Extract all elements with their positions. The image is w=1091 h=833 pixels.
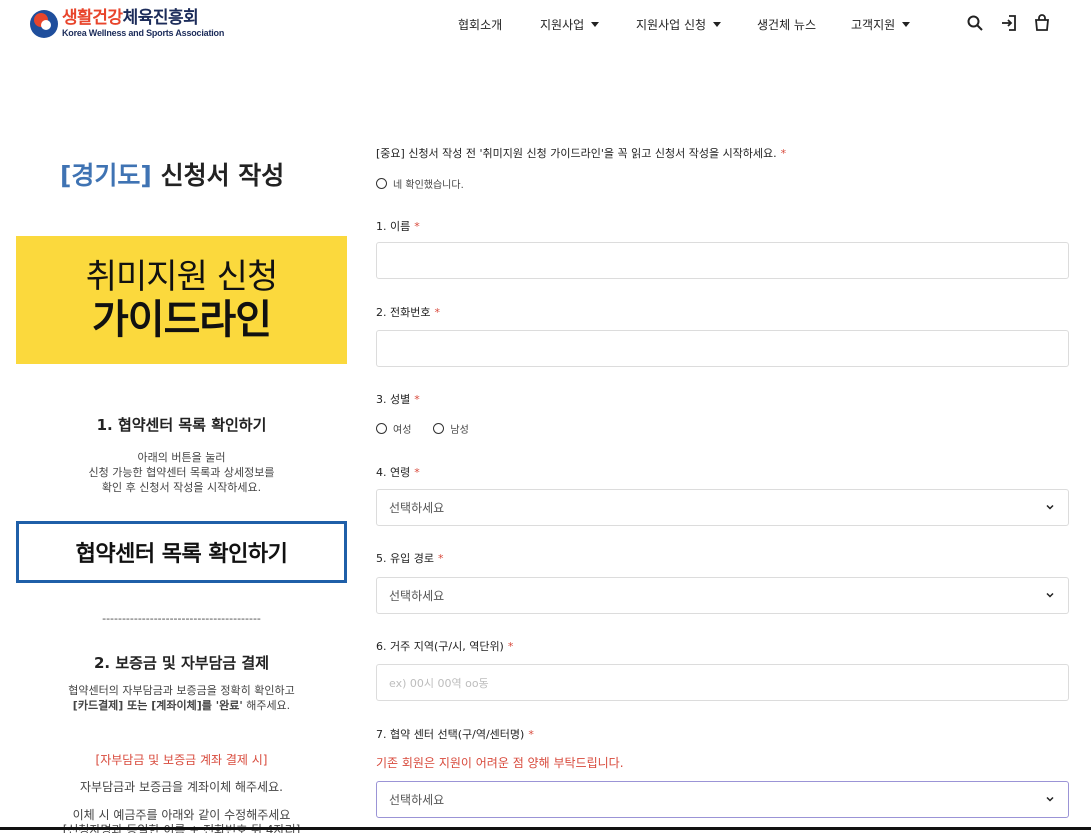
center-label: 7. 협약 센터 선택(구/역/센터명) *: [376, 728, 534, 741]
center-warning: 기존 회원은 지원이 어려운 점 양해 부탁드립니다.: [376, 756, 624, 770]
chevron-down-icon: [1046, 504, 1054, 510]
section1-desc-2: 신청 가능한 협약센터 목록과 상세정보를: [88, 466, 275, 479]
referral-select[interactable]: 선택하세요: [376, 577, 1069, 614]
section2-desc-2: [카드결제] 또는 [계좌이체]를 '완료' 해주세요.: [72, 699, 291, 712]
notice-label: [중요] 신청서 작성 전 '취미지원 신청 가이드라인'을 꼭 읽고 신청서 …: [376, 147, 787, 160]
nav-program-apply[interactable]: 지원사업 신청: [636, 16, 722, 33]
center-select[interactable]: 선택하세요: [376, 781, 1069, 818]
chevron-down-icon: [591, 22, 600, 27]
name-label: 1. 이름 *: [376, 220, 420, 233]
chevron-down-icon: [713, 22, 722, 27]
bottom-divider: [0, 827, 1091, 830]
chevron-down-icon: [1046, 592, 1054, 598]
guideline-banner[interactable]: 취미지원 신청 가이드라인: [16, 236, 347, 364]
age-label: 4. 연령 *: [376, 466, 420, 479]
gender-option-female[interactable]: 여성: [376, 421, 411, 436]
section1-desc-1: 아래의 버튼을 눌러: [137, 451, 226, 464]
referral-label: 5. 유입 경로 *: [376, 552, 444, 565]
cart-icon[interactable]: [1033, 14, 1051, 32]
transfer-desc: 자부담금과 보증금을 계좌이체 해주세요.: [80, 780, 283, 794]
logo-title: 생활건강체육진흥회: [62, 8, 199, 28]
site-logo[interactable]: 생활건강체육진흥회 Korea Wellness and Sports Asso…: [30, 9, 224, 39]
notice-confirm-radio[interactable]: 네 확인했습니다.: [376, 176, 486, 191]
site-header: 생활건강체육진흥회 Korea Wellness and Sports Asso…: [0, 0, 1091, 52]
login-icon[interactable]: [1000, 14, 1018, 32]
nav-support-programs[interactable]: 지원사업: [540, 16, 600, 33]
gender-label: 3. 성별 *: [376, 393, 420, 406]
radio-button[interactable]: [433, 423, 445, 434]
logo-subtitle: Korea Wellness and Sports Association: [62, 28, 225, 38]
logo-mark-icon: [30, 10, 58, 38]
nav-news[interactable]: 생건체 뉴스: [757, 16, 816, 33]
chevron-down-icon: [1046, 796, 1054, 802]
phone-label: 2. 전화번호 *: [376, 306, 440, 319]
section1-desc-3: 확인 후 신청서 작성을 시작하세요.: [101, 481, 262, 494]
radio-button[interactable]: [376, 423, 387, 434]
gender-radio-group: 여성 남성: [376, 421, 491, 436]
region-label: 6. 거주 지역(구/시, 역단위) *: [376, 640, 514, 653]
divider: ----------------------------------------: [102, 612, 261, 625]
payment-heading: [자부담금 및 보증금 계좌 결제 시]: [95, 753, 268, 767]
transfer-desc-2: 이체 시 예금주를 아래와 같이 수정해주세요: [72, 808, 291, 822]
region-input[interactable]: ex) 00시 00역 oo동: [376, 664, 1069, 701]
nav-customer-support[interactable]: 고객지원: [851, 16, 911, 33]
section1-title: 1. 협약센터 목록 확인하기: [96, 416, 267, 434]
search-icon[interactable]: [966, 14, 984, 32]
page-title: [경기도] 신청서 작성: [60, 161, 285, 190]
section2-desc-1: 협약센터의 자부담금과 보증금을 정확히 확인하고: [68, 684, 295, 697]
age-select[interactable]: 선택하세요: [376, 489, 1069, 526]
chevron-down-icon: [902, 22, 911, 27]
section2-title: 2. 보증금 및 자부담금 결제: [93, 654, 270, 672]
phone-input[interactable]: [376, 330, 1069, 367]
nav-about[interactable]: 협회소개: [458, 16, 502, 33]
center-list-button[interactable]: 협약센터 목록 확인하기: [16, 521, 347, 583]
guide-banner-line2: 가이드라인: [92, 297, 272, 343]
guide-banner-line1: 취미지원 신청: [85, 257, 278, 297]
radio-button[interactable]: [376, 178, 387, 189]
name-input[interactable]: [376, 242, 1069, 279]
gender-option-male[interactable]: 남성: [433, 421, 469, 436]
